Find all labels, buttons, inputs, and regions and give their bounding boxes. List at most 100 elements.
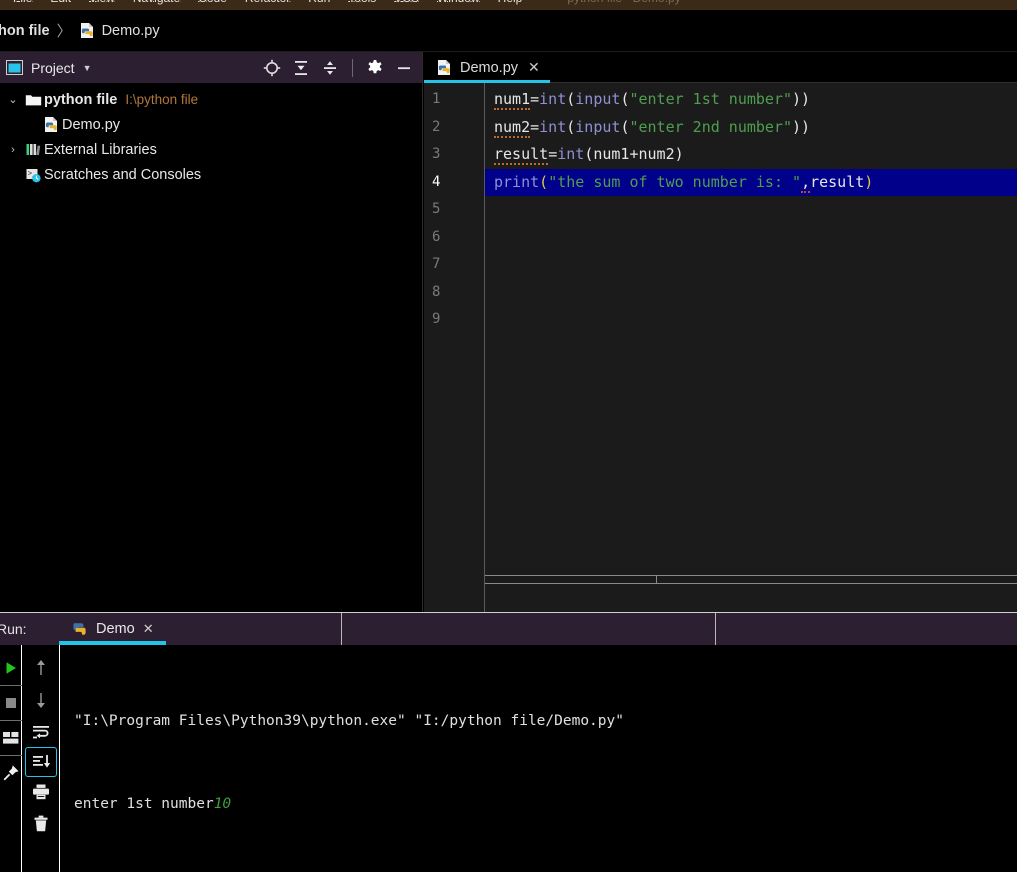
python-file-icon: [79, 22, 96, 39]
tree-item-path: I:\python file: [125, 92, 199, 107]
project-tree: ⌄ python file I:\python file Demo.py › E…: [0, 83, 422, 187]
console-line: enter 1st number10: [74, 795, 232, 812]
active-run-tab-indicator: [59, 641, 166, 645]
chevron-right-icon[interactable]: ›: [4, 144, 22, 156]
run-panel-header: Run: Demo ✕: [0, 612, 1017, 645]
run-header-space-1: [166, 613, 341, 645]
breadcrumb-project[interactable]: hon file: [0, 23, 50, 39]
toolbar-divider: [352, 58, 353, 77]
tree-item-scratches-and-consoles[interactable]: >_ Scratches and Consoles: [0, 162, 422, 187]
menu-item-run[interactable]: Run: [299, 0, 339, 6]
scratches-icon: >_: [22, 167, 44, 183]
line-number-gutter: 1 2 3 4 5 6 7 8 9: [424, 83, 485, 612]
tree-item-label: Scratches and Consoles: [44, 166, 202, 183]
run-panel-body: "I:\Program Files\Python39\python.exe" "…: [0, 645, 1017, 872]
minimize-icon[interactable]: [394, 58, 414, 78]
project-window-icon: [6, 60, 23, 75]
project-panel-toolbar: [262, 58, 414, 78]
run-panel-label: Run:: [0, 621, 27, 637]
tree-item-external-libraries[interactable]: › External Libraries: [0, 137, 422, 162]
code-line-3: result=int(num1+num2): [494, 145, 684, 165]
close-icon[interactable]: ✕: [528, 59, 540, 76]
code-lines[interactable]: num1=int(input("enter 1st number")) num2…: [485, 83, 1017, 612]
pin-icon[interactable]: [0, 756, 22, 790]
run-panel: Run: Demo ✕ "I:\Program Files\Python39\p…: [0, 612, 1017, 872]
line-number: 7: [432, 256, 441, 272]
editor-tab-demo-py[interactable]: Demo.py ✕: [424, 52, 550, 83]
console-line: "I:\Program Files\Python39\python.exe" "…: [74, 713, 624, 729]
collapse-all-icon[interactable]: [320, 58, 340, 78]
line-number: 1: [432, 91, 441, 107]
run-side-toolbar: [22, 645, 60, 872]
menu-item-navigate[interactable]: Navigate: [124, 0, 189, 6]
locate-icon[interactable]: [262, 58, 282, 78]
python-file-icon: [40, 116, 62, 133]
splitter-divider: [656, 575, 657, 584]
python-file-icon: [436, 59, 453, 76]
arrow-up-icon[interactable]: [26, 652, 56, 684]
menu-item-window[interactable]: Window: [428, 0, 489, 6]
menu-item-refactor[interactable]: Refactor: [236, 0, 299, 6]
editor-tab-bar: Demo.py ✕: [424, 52, 1017, 83]
menu-item-edit[interactable]: Edit: [41, 0, 80, 6]
window-title: python file - Demo.py: [567, 0, 680, 6]
line-number: 5: [432, 201, 441, 217]
run-left-toolbar: [0, 645, 22, 872]
menu-item-file[interactable]: File: [4, 0, 41, 6]
run-header-space-3: [716, 613, 1017, 645]
menu-item-tools[interactable]: Tools: [339, 0, 385, 6]
tree-item-python-file[interactable]: ⌄ python file I:\python file: [0, 87, 422, 112]
pycharm-window: File Edit View Navigate Code Refactor Ru…: [0, 0, 1017, 872]
code-line-2: num2=int(input("enter 2nd number")): [494, 117, 811, 138]
run-tab-label: Demo: [96, 621, 135, 637]
tree-item-label: Demo.py: [62, 116, 121, 133]
tree-item-label: python file: [44, 91, 118, 108]
python-icon: [71, 621, 88, 638]
editor-tab-label: Demo.py: [460, 59, 519, 76]
gear-icon[interactable]: [365, 58, 385, 78]
close-icon[interactable]: ✕: [143, 621, 154, 637]
print-icon[interactable]: [26, 776, 56, 808]
folder-icon: [22, 93, 44, 107]
line-number: 9: [432, 311, 441, 327]
layout-icon[interactable]: [0, 721, 22, 755]
scroll-to-end-icon[interactable]: [24, 747, 57, 777]
project-panel: Project ▼ ⌄ python file I:\python file D…: [0, 52, 423, 612]
editor-footer-splitter: [424, 575, 1017, 612]
line-number: 6: [432, 228, 441, 245]
trash-icon[interactable]: [26, 808, 56, 840]
menu-item-vcs[interactable]: VCS: [385, 0, 428, 6]
breadcrumb-separator-icon: 〉: [56, 23, 72, 40]
splitter-line: [424, 575, 1017, 576]
soft-wrap-icon[interactable]: [26, 716, 56, 748]
code-line-4: print("the sum of two number is: ",resul…: [494, 172, 874, 193]
line-number: 3: [432, 146, 441, 162]
run-tab-demo[interactable]: Demo ✕: [59, 613, 166, 645]
console-output[interactable]: "I:\Program Files\Python39\python.exe" "…: [60, 645, 1017, 872]
code-editor[interactable]: 1 2 3 4 5 6 7 8 9 num1=int(input("enter …: [424, 83, 1017, 612]
tree-item-demo-py[interactable]: Demo.py: [0, 112, 422, 137]
breadcrumb-file[interactable]: Demo.py: [102, 23, 160, 39]
chevron-down-icon[interactable]: ▼: [83, 63, 92, 73]
libraries-icon: [22, 142, 44, 157]
menu-item-code[interactable]: Code: [189, 0, 236, 6]
menu-bar: File Edit View Navigate Code Refactor Ru…: [0, 0, 1017, 10]
editor-tab-bar-empty: [549, 52, 1017, 83]
run-icon[interactable]: [0, 651, 22, 685]
chevron-down-icon[interactable]: ⌄: [4, 93, 22, 106]
menu-item-help[interactable]: Help: [489, 0, 532, 6]
project-panel-title: Project: [31, 59, 75, 76]
breadcrumb: hon file 〉 Demo.py: [0, 10, 1017, 52]
expand-all-icon[interactable]: [291, 58, 311, 78]
code-line-1: num1=int(input("enter 1st number")): [494, 90, 811, 110]
stop-icon[interactable]: [0, 686, 22, 720]
arrow-down-icon[interactable]: [26, 684, 56, 716]
editor-area: Demo.py ✕ 1 2 3 4 5 6 7 8 9 num1=int(inp…: [424, 52, 1017, 612]
menu-item-view[interactable]: View: [80, 0, 124, 6]
line-number: 2: [432, 118, 441, 135]
